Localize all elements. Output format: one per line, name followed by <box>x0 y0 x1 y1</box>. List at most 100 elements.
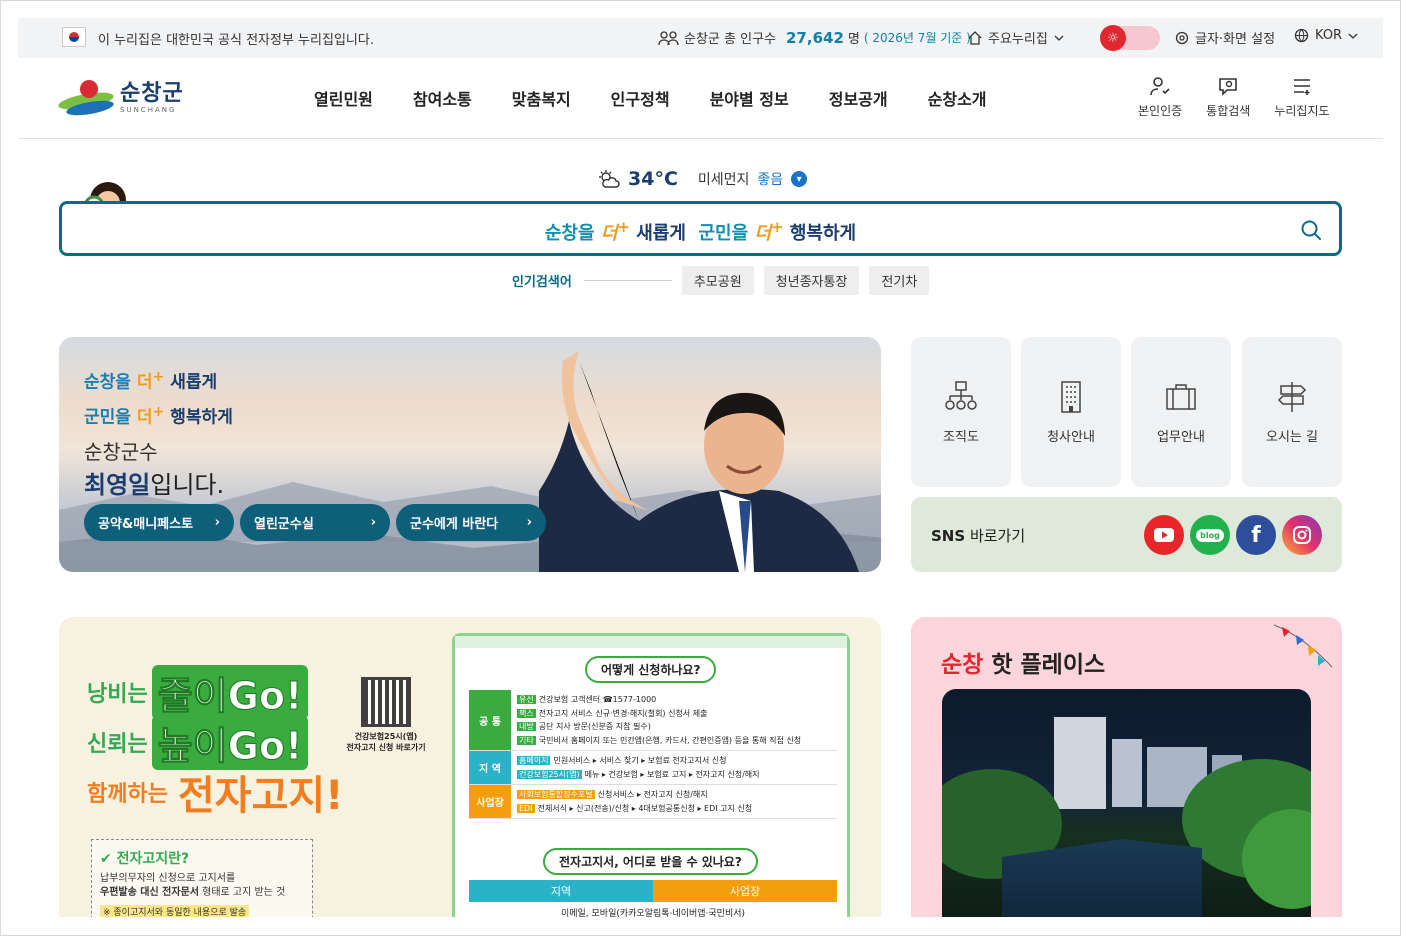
slogan-part-a: 순창을 <box>544 223 595 244</box>
temperature: 34°C <box>628 168 678 190</box>
search-chat-icon <box>1219 78 1238 96</box>
promo-l2-big: 높이Go! <box>151 714 309 770</box>
row-category: 지 역 <box>469 751 511 784</box>
dust-label: 미세먼지 <box>697 172 750 188</box>
sitemap-label: 누리집지도 <box>1274 104 1330 118</box>
org-chart-tile[interactable]: 조직도 <box>911 337 1011 487</box>
qr-caption: 건강보험25시(앱) 전자고지 신청 바로가기 <box>341 731 431 753</box>
theme-toggle[interactable]: ☼ <box>1100 25 1160 51</box>
method-text: 공단 지사 방문(신분증 지참 필수) <box>538 722 651 731</box>
building-icon <box>1061 380 1081 413</box>
refresh-icon[interactable]: ▾ <box>791 171 808 187</box>
youtube-icon[interactable] <box>1144 515 1184 555</box>
method-key: 홈페이지 <box>517 756 551 765</box>
briefcase-icon <box>1166 383 1196 410</box>
top-info-bar: 이 누리집은 대한민국 공식 전자정부 누리집입니다. 순창군 총 인구수 27… <box>18 18 1383 58</box>
promo-slogan: 낭비는 줄이Go! 신뢰는 높이Go! 함께하는 전자고지! <box>87 664 343 819</box>
hot-place-photo[interactable] <box>942 689 1311 917</box>
method-key: 사회보험통합징수포털 <box>517 790 595 799</box>
dust-value: 좋음 <box>757 172 784 188</box>
search-icon[interactable] <box>1299 218 1323 242</box>
method-text: 국민비서 홈페이지 또는 민간앱(은행, 카드사, 간편인증앱) 등을 통해 직… <box>538 735 802 745</box>
main-search-box[interactable]: 순창을 더+ 새롭게 군민을 더+ 행복하게 <box>59 201 1342 256</box>
directions-label: 오시는 길 <box>1266 429 1318 445</box>
nav-item-participation[interactable]: 참여소통 <box>413 86 472 110</box>
promo-l1-big: 줄이Go! <box>151 664 309 720</box>
table-row: 공 통 유선 건강보험 고객센터 ☎1577-1000 팩스 전자고지 서비스 신규… <box>469 690 837 751</box>
hero-line1-a: 순창을 <box>84 372 131 393</box>
directions-tile[interactable]: 오시는 길 <box>1242 337 1342 487</box>
korea-flag-icon <box>62 27 86 47</box>
sns-title: SNS 바로가기 <box>931 525 1025 546</box>
pledge-manifesto-button[interactable]: 공약&매니페스토 › <box>84 504 234 541</box>
gov-notice[interactable]: 이 누리집은 대한민국 공식 전자정부 누리집입니다. <box>98 29 374 48</box>
what-title: 전자고지란? <box>116 851 190 867</box>
main-portal-dropdown[interactable]: 주요누리집 <box>968 28 1064 47</box>
how-to-apply-window: 어떻게 신청하나요? 공 통 유선 건강보험 고객센터 ☎1577-1000 팩스… <box>452 633 850 917</box>
chevron-down-icon <box>1348 33 1358 39</box>
text-setting-button[interactable]: 글자·화면 설정 <box>1175 28 1275 47</box>
building-info-tile[interactable]: 청사안내 <box>1021 337 1121 487</box>
popular-tag[interactable]: 추모공원 <box>681 266 754 295</box>
open-office-button[interactable]: 열린군수실 › <box>240 504 390 541</box>
integrated-search-button[interactable]: 통합검색 <box>1206 74 1250 119</box>
hot-place-section: 순창 핫 플레이스 <box>911 617 1342 917</box>
work-info-label: 업무안내 <box>1157 429 1205 445</box>
nav-item-minwon[interactable]: 열린민원 <box>314 86 373 110</box>
popular-keywords: 인기검색어 추모공원 청년종자통장 전기차 <box>512 266 930 295</box>
nav-item-welfare[interactable]: 맞춤복지 <box>512 86 571 110</box>
hero-line2-plus: 더 <box>136 407 153 428</box>
row-category: 사업장 <box>469 785 511 818</box>
receive-caption: 이메일, 모바일(카카오알림톡·네이버앱·국민비서) <box>560 909 746 917</box>
language-dropdown[interactable]: KOR <box>1294 28 1358 43</box>
identity-verify-button[interactable]: 본인인증 <box>1138 74 1182 119</box>
bunting-flags-icon <box>1274 624 1333 668</box>
weather-widget: 34°C 미세먼지 좋음 ▾ <box>598 168 808 190</box>
blog-icon[interactable]: blog <box>1190 515 1230 555</box>
sns-title-bold: SNS <box>931 527 966 545</box>
nav-item-disclosure[interactable]: 정보공개 <box>829 86 888 110</box>
work-info-tile[interactable]: 업무안내 <box>1131 337 1231 487</box>
pledge-manifesto-label: 공약&매니페스토 <box>98 517 194 532</box>
governor-role: 순창군수 <box>84 440 158 465</box>
e-notice-definition: ✔ 전자고지란? 납부의무자의 신청으로 고지서를 우편발송 대신 전자문서 형… <box>91 839 313 917</box>
org-chart-label: 조직도 <box>943 429 979 445</box>
nav-item-about[interactable]: 순창소개 <box>928 86 987 110</box>
tab-workplace: 사업장 <box>653 880 837 902</box>
population-info: 순창군 총 인구수 27,642 명 ( 2026년 7월 기준 ) <box>658 28 971 47</box>
facebook-icon[interactable]: f <box>1236 515 1276 555</box>
search-slogan: 순창을 더+ 새롭게 군민을 더+ 행복하게 <box>544 218 857 244</box>
receive-tabs: 지역 사업장 <box>469 880 837 902</box>
e-notice-promo-banner[interactable]: 낭비는 줄이Go! 신뢰는 높이Go! 함께하는 전자고지! 건강보험25시(앱) 전자… <box>59 617 881 917</box>
method-key: 내방 <box>517 722 536 731</box>
nav-item-population[interactable]: 인구정책 <box>611 86 670 110</box>
promo-l3-big: 전자고지! <box>177 773 344 819</box>
table-row: 사업장 사회보험통합징수포털 신청서비스 ▸ 전자고지 신청/해지 EDI 전체서식… <box>469 785 837 819</box>
population-unit: 명 <box>847 32 860 47</box>
portal-label: 주요누리집 <box>988 32 1048 47</box>
suggestion-button[interactable]: 군수에게 바란다 › <box>396 504 546 541</box>
menu-icon <box>1293 79 1310 95</box>
user-check-icon <box>1150 77 1170 96</box>
chevron-right-icon: › <box>526 515 532 530</box>
popular-tag[interactable]: 전기차 <box>869 266 930 295</box>
sns-title-rest: 바로가기 <box>969 527 1026 545</box>
hot-place-title: 순창 핫 플레이스 <box>941 645 1105 679</box>
governor-name-suffix: 입니다. <box>150 471 225 500</box>
apply-method-table: 공 통 유선 건강보험 고객센터 ☎1577-1000 팩스 전자고지 서비스 신규… <box>469 690 837 819</box>
method-key: 유선 <box>517 695 536 704</box>
method-text: 전체서식 ▸ 신고(전송)/신청 ▸ 4대보험공통신청 ▸ EDI 고지 신청 <box>537 803 753 813</box>
sitemap-button[interactable]: 누리집지도 <box>1274 74 1330 119</box>
site-logo[interactable]: 순창군 SUNCHANG <box>57 76 188 120</box>
tab-region: 지역 <box>469 880 653 902</box>
instagram-icon[interactable] <box>1282 515 1322 555</box>
open-office-label: 열린군수실 <box>254 517 314 532</box>
slogan-plus-b: 더 <box>754 223 772 244</box>
nav-item-field-info[interactable]: 분야별 정보 <box>710 86 789 110</box>
text-setting-label: 글자·화면 설정 <box>1195 32 1276 47</box>
promo-l2-small: 신뢰는 <box>87 732 148 757</box>
popular-tag[interactable]: 청년종자통장 <box>763 266 860 295</box>
language-label: KOR <box>1315 28 1343 43</box>
logo-title: 순창군 <box>120 81 184 106</box>
method-key: 건강보험25시(앱) <box>517 769 582 779</box>
